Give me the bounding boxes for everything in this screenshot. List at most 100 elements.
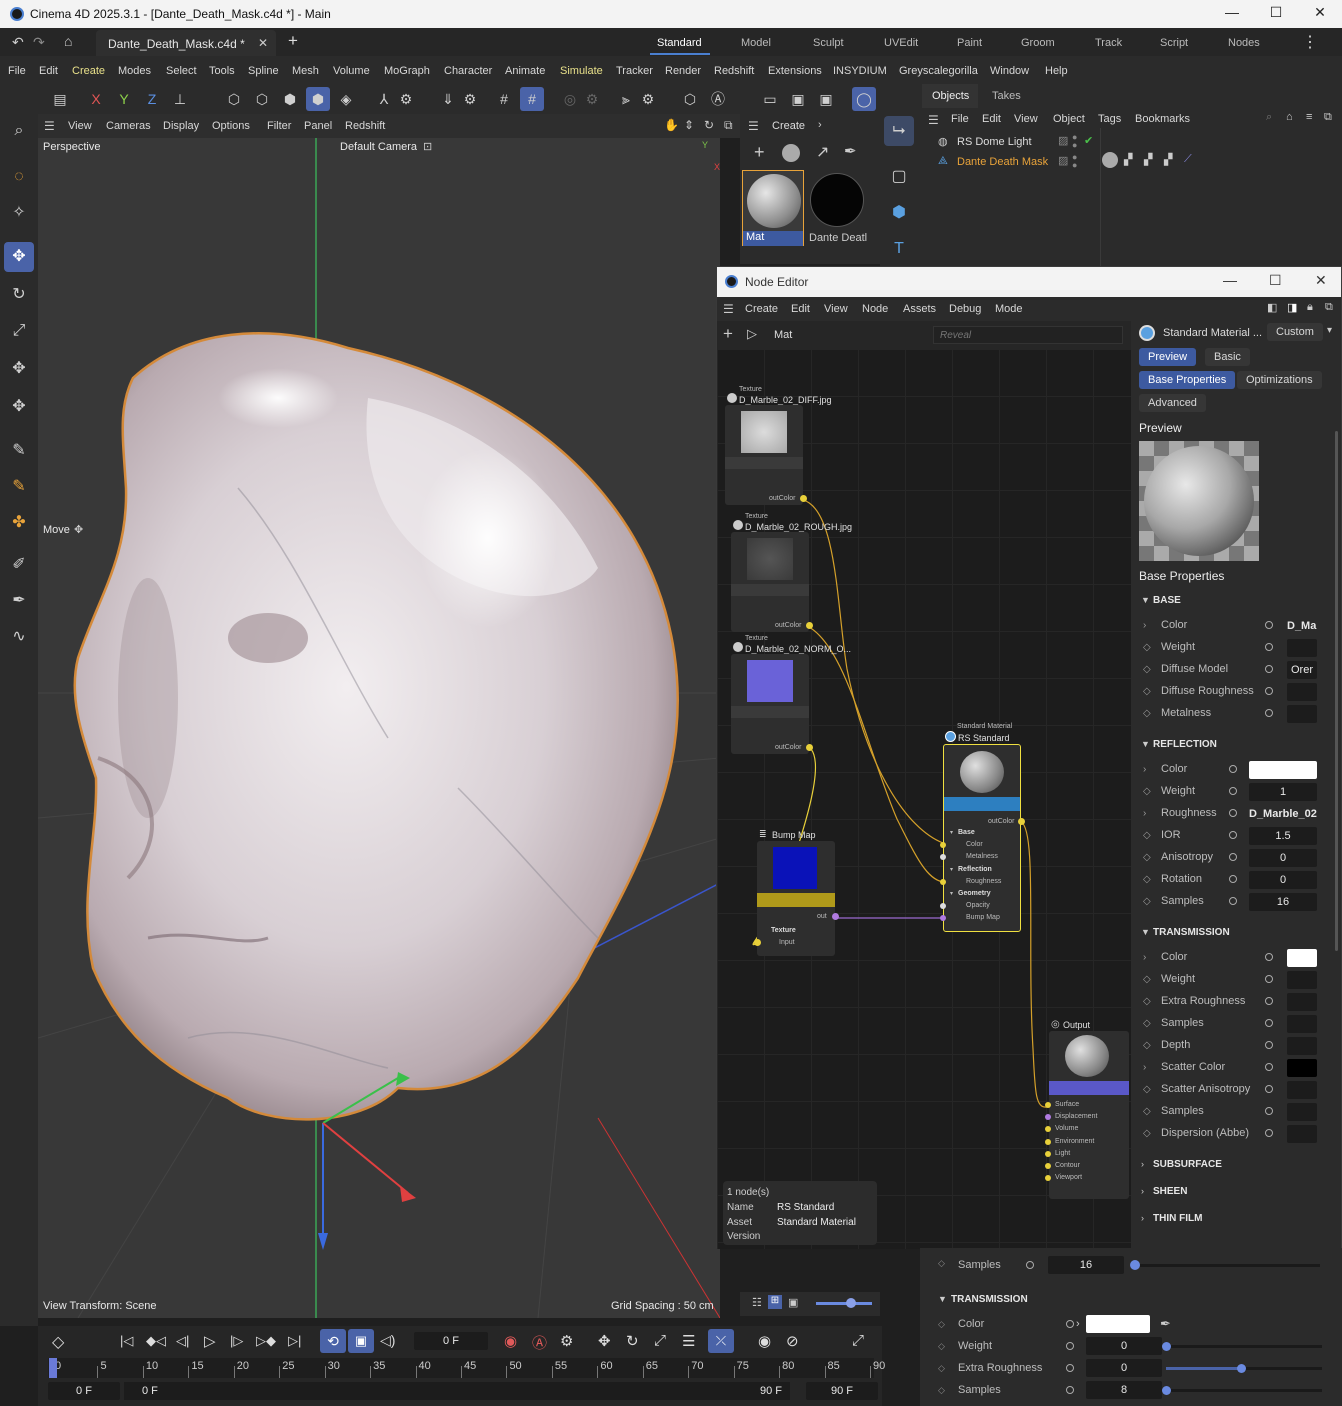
texture-node-normal[interactable]: outColor — [731, 654, 813, 754]
close-tab-icon[interactable]: ✕ — [258, 36, 268, 50]
objects-menu-object[interactable]: Object — [1053, 113, 1085, 125]
lock-workplane-icon[interactable]: Ⓐ — [706, 87, 730, 111]
polygon-mode-icon[interactable]: ⬢ — [278, 87, 302, 111]
menu-item-file[interactable]: File — [8, 65, 26, 77]
add-node-icon[interactable]: + — [723, 324, 733, 344]
input-port[interactable] — [1045, 1138, 1051, 1145]
record-icon[interactable]: ◉ — [504, 1332, 517, 1350]
color-swatch[interactable] — [1086, 1315, 1150, 1333]
key-rotation-icon[interactable]: ↻ — [626, 1332, 639, 1350]
output-port[interactable] — [806, 744, 813, 751]
layout-tab[interactable]: Paint — [957, 37, 982, 49]
render-region-icon[interactable]: ▭ — [758, 87, 782, 111]
animate-diamond-icon[interactable]: ◇ — [1143, 708, 1151, 719]
add-tab-icon[interactable]: + — [288, 31, 298, 51]
texture-node-rough[interactable]: outColor — [731, 532, 813, 632]
material-swatch-dante[interactable]: Dante Deatl — [806, 170, 870, 246]
enabled-check-icon[interactable]: ✔ — [1084, 134, 1093, 147]
home-icon[interactable]: ⌂ — [1286, 111, 1293, 123]
param-slider[interactable] — [1162, 1386, 1322, 1395]
menu-item-tools[interactable]: Tools — [209, 65, 235, 77]
autokey-icon[interactable]: Ⓐ — [532, 1332, 547, 1353]
override-dot[interactable] — [1265, 953, 1273, 961]
param-value[interactable] — [1287, 1037, 1317, 1055]
reveal-search-input[interactable] — [933, 326, 1123, 344]
material-create-menu[interactable]: Create — [772, 120, 805, 132]
animate-diamond-icon[interactable]: ◇ — [1143, 1128, 1151, 1139]
list-view-icon[interactable]: ☷ — [752, 1296, 762, 1309]
soft-select-icon[interactable]: ◎ — [558, 87, 582, 111]
redo-icon[interactable]: ↷ — [33, 34, 45, 51]
objects-menu-bookmarks[interactable]: Bookmarks — [1135, 113, 1190, 125]
go-to-end-icon[interactable]: ▷| — [288, 1333, 301, 1349]
column-divider[interactable] — [1100, 128, 1101, 269]
param-value[interactable] — [1287, 949, 1317, 967]
motion-record-icon[interactable]: ◉ — [758, 1332, 771, 1350]
axis-settings-icon[interactable]: ⚙ — [394, 87, 418, 111]
override-dot[interactable] — [1265, 665, 1273, 673]
animate-diamond-icon[interactable]: ◇ — [1143, 974, 1151, 985]
pan-icon[interactable]: ✋ — [664, 118, 679, 132]
end-frame[interactable]: 90 F — [806, 1382, 878, 1400]
range-bar[interactable]: 0 F 90 F — [124, 1382, 790, 1400]
samples-value[interactable]: 16 — [1048, 1256, 1124, 1274]
objects-menu-edit[interactable]: Edit — [982, 113, 1001, 125]
param-value[interactable] — [1287, 1059, 1317, 1077]
start-frame[interactable]: 0 F — [48, 1382, 120, 1400]
next-frame-icon[interactable]: |▷ — [230, 1333, 243, 1349]
layer-icon[interactable]: ▨ — [1058, 154, 1068, 167]
chevron-right-icon[interactable]: › — [1143, 952, 1146, 963]
objects-menu-view[interactable]: View — [1014, 113, 1038, 125]
param-value[interactable] — [1287, 971, 1317, 989]
next-key-icon[interactable]: ▷◆ — [256, 1333, 276, 1349]
undo-icon[interactable]: ↶ — [12, 34, 24, 51]
3d-viewport[interactable]: Perspective Default Camera ⊡ Move ✥ Y X … — [38, 138, 720, 1318]
hamburger-icon[interactable]: ☰ — [748, 119, 759, 133]
animate-diamond-icon[interactable]: ◇ — [1143, 1084, 1151, 1095]
snap-icon[interactable]: # — [520, 87, 544, 111]
layout-left-icon[interactable]: ◧ — [1267, 301, 1277, 314]
coordinate-system-icon[interactable]: ▤ — [48, 87, 72, 111]
param-value[interactable]: 8 — [1086, 1381, 1162, 1399]
filter-icon[interactable]: ≡ — [1306, 111, 1312, 123]
chevron-right-icon[interactable]: › — [1143, 1062, 1146, 1073]
override-dot[interactable] — [1229, 831, 1237, 839]
eyedropper-icon[interactable]: ✒ — [1160, 1316, 1171, 1332]
axis-transform-icon[interactable]: ✥ — [4, 392, 34, 422]
input-port[interactable] — [940, 915, 946, 922]
chevron-down-icon[interactable]: ▾ — [950, 890, 953, 897]
param-value[interactable]: 0 — [1086, 1359, 1162, 1377]
arrow-icon[interactable]: ↗ — [816, 142, 829, 162]
override-dot[interactable] — [1265, 1085, 1273, 1093]
search-icon[interactable]: ⌕ — [4, 116, 34, 146]
chevron-down-icon[interactable]: ▼ — [1141, 927, 1150, 937]
object-row[interactable]: ◍ RS Dome Light ▨ ● ● ✔ — [920, 132, 1342, 152]
output-node[interactable]: Surface Displacement Volume Environment Ligh… — [1045, 1031, 1129, 1199]
override-dot[interactable] — [1066, 1342, 1074, 1350]
search-icon[interactable]: ⌕ — [1266, 111, 1272, 124]
brush-tool-icon[interactable]: ✐ — [4, 550, 34, 580]
viewport-menu-filter[interactable]: Filter — [267, 120, 291, 132]
move-tool-icon[interactable]: ✥ — [4, 242, 34, 272]
slider-knob[interactable] — [1130, 1260, 1140, 1270]
input-port[interactable] — [940, 842, 946, 849]
chevron-right-icon[interactable]: › — [1141, 1159, 1144, 1169]
objects-menu-tags[interactable]: Tags — [1098, 113, 1121, 125]
param-value[interactable]: Orer — [1287, 661, 1317, 679]
visibility-dots[interactable]: ● ● — [1072, 153, 1077, 170]
animate-diamond-icon[interactable]: ◇ — [938, 1319, 945, 1330]
layout-tab[interactable]: Track — [1095, 37, 1122, 49]
key-position-icon[interactable]: ✥ — [598, 1332, 611, 1350]
override-dot[interactable] — [1066, 1320, 1074, 1328]
lock-icon[interactable]: 🔒︎ — [1307, 301, 1313, 314]
input-port[interactable] — [1045, 1175, 1051, 1182]
y-axis-lock[interactable]: Y — [112, 87, 136, 111]
home-icon[interactable]: ⌂ — [64, 33, 72, 49]
menu-item-mograph[interactable]: MoGraph — [384, 65, 430, 77]
close-button[interactable]: ✕ — [1315, 272, 1327, 289]
preview-range-icon[interactable]: ▣ — [348, 1329, 374, 1353]
output-port[interactable] — [1018, 818, 1025, 825]
tweak-settings-icon[interactable]: ⚙ — [458, 87, 482, 111]
sound-icon[interactable]: ◁) — [380, 1332, 395, 1349]
override-dot[interactable] — [1066, 1386, 1074, 1394]
